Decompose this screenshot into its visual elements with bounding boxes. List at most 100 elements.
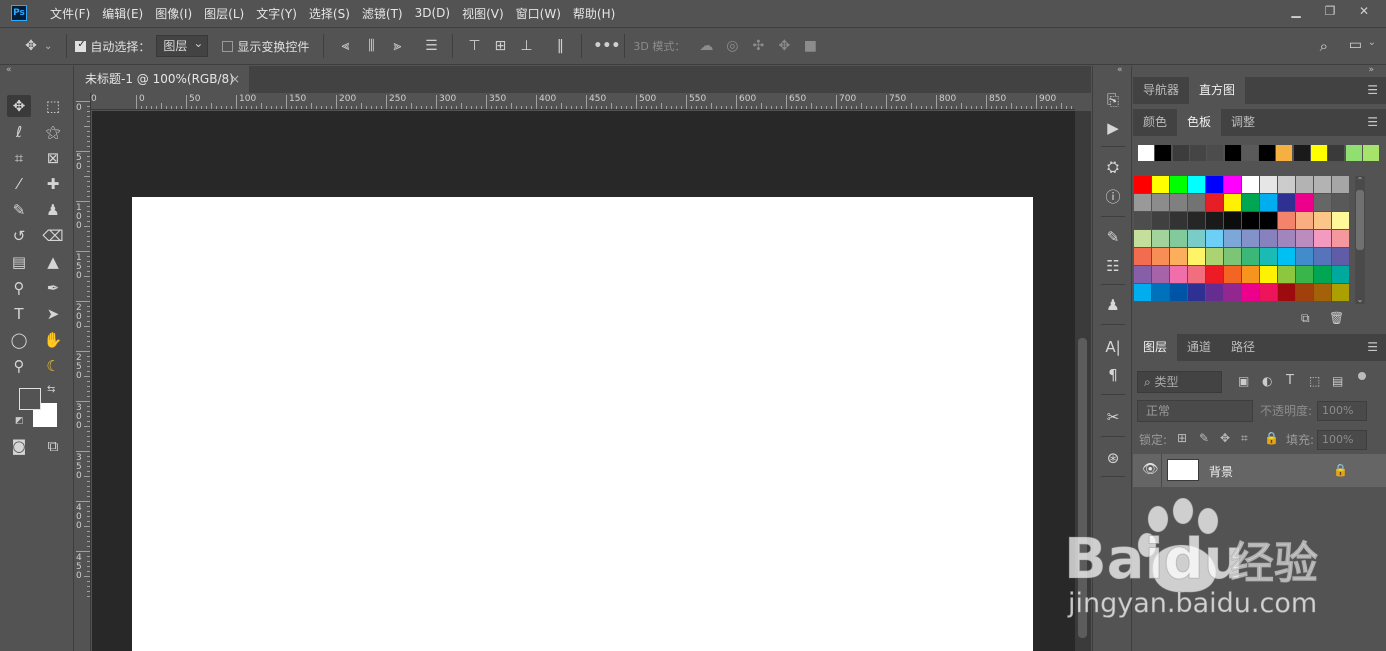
layer-filter-dropdown[interactable]: ⌕ 类型 [1137,371,1222,393]
swatch[interactable] [1134,212,1151,229]
clone-stamp-tool-icon[interactable]: ♟ [41,199,65,221]
libraries-icon[interactable]: ⊛ [1093,446,1133,470]
swatch[interactable] [1314,248,1331,265]
document-tab[interactable]: 未标题-1 @ 100%(RGB/8) × [75,66,249,93]
collapse-icon[interactable]: « [1117,65,1123,75]
filter-smart-object-icon[interactable]: ▤ [1332,374,1343,388]
menu-select[interactable]: 选择(S) [303,5,356,22]
swatch[interactable] [1134,176,1151,193]
swatch[interactable] [1278,212,1295,229]
recent-swatch[interactable] [1259,145,1276,161]
swatch[interactable] [1170,266,1187,283]
lock-all-icon[interactable]: 🔒 [1264,431,1279,445]
panel-menu-icon[interactable]: ☰ [1367,83,1378,97]
menu-3d[interactable]: 3D(D) [409,6,456,20]
recent-swatch[interactable] [1328,145,1345,161]
swatch[interactable] [1152,194,1169,211]
swatch[interactable] [1134,230,1151,247]
swatch[interactable] [1260,248,1277,265]
layer-lock-icon[interactable]: 🔒 [1333,463,1348,477]
swatch[interactable] [1224,248,1241,265]
swatch[interactable] [1152,284,1169,301]
swatch[interactable] [1152,248,1169,265]
align-left-icon[interactable]: ⫷ [335,38,355,54]
brush-tool-icon[interactable]: ✎ [7,199,31,221]
restore-icon[interactable]: ❐ [1320,3,1340,19]
recent-swatch[interactable] [1172,145,1189,161]
panel-menu-icon[interactable]: ☰ [1367,115,1378,129]
lasso-tool-icon[interactable]: ℓ [7,121,31,143]
filter-adjustment-icon[interactable]: ◐ [1262,374,1272,388]
pen-tool-icon[interactable]: ✒ [41,277,65,299]
default-colors-icon[interactable]: ◩ [15,416,24,426]
tab-layers[interactable]: 图层 [1133,334,1178,361]
swatch[interactable] [1152,266,1169,283]
collapse-icon[interactable]: » [1368,65,1374,75]
swatch[interactable] [1260,212,1277,229]
tool-presets-icon[interactable]: ✂ [1093,405,1133,429]
foreground-color-swatch[interactable] [19,388,41,410]
align-bottom-icon[interactable]: ⊥ [516,38,536,54]
swatch[interactable] [1332,266,1349,283]
swatch[interactable] [1224,176,1241,193]
screen-mode-icon[interactable]: ⧉ [41,435,65,457]
swatch[interactable] [1296,266,1313,283]
menu-layer[interactable]: 图层(L) [198,5,250,22]
swatch[interactable] [1332,230,1349,247]
history-panel-icon[interactable]: ⎘ [1093,88,1133,112]
swatch[interactable] [1170,194,1187,211]
eye-icon[interactable]: 👁 [1142,462,1159,477]
swatch[interactable] [1134,266,1151,283]
marquee-tool-icon[interactable]: ⬚ [41,95,65,117]
swatch[interactable] [1170,176,1187,193]
swatch[interactable] [1278,230,1295,247]
collapse-icon[interactable]: « [6,65,12,75]
tab-swatches[interactable]: 色板 [1177,109,1222,136]
auto-select-checkbox[interactable] [75,39,87,52]
swatch[interactable] [1188,176,1205,193]
swatch[interactable] [1224,194,1241,211]
swatch[interactable] [1242,284,1259,301]
crop-tool-icon[interactable]: ⌗ [7,147,31,169]
swatch[interactable] [1332,176,1349,193]
swatch[interactable] [1188,248,1205,265]
opacity-field[interactable]: 100% [1317,401,1367,421]
recent-swatch[interactable] [1293,145,1310,161]
brush-presets-icon[interactable]: ☷ [1093,254,1133,278]
layer-row[interactable]: 👁 背景 🔒 [1133,454,1386,487]
swatch[interactable] [1224,284,1241,301]
swatch[interactable] [1134,248,1151,265]
swatch[interactable] [1152,212,1169,229]
dodge-tool-icon[interactable]: ⚲ [7,277,31,299]
scrollbar-thumb[interactable] [1356,190,1364,250]
swatch[interactable] [1314,176,1331,193]
swatch[interactable] [1278,176,1295,193]
layer-name[interactable]: 背景 [1209,463,1233,480]
align-right-icon[interactable]: ⫸ [387,38,407,54]
swatch[interactable] [1296,176,1313,193]
recent-swatch[interactable] [1345,145,1362,161]
swatch[interactable] [1206,212,1223,229]
menu-filter[interactable]: 滤镜(T) [356,5,409,22]
filter-shape-icon[interactable]: ⬚ [1309,374,1320,388]
fill-field[interactable]: 100% [1317,430,1367,450]
eyedropper-tool-icon[interactable]: ⁄ [7,173,31,195]
recent-swatch[interactable] [1276,145,1293,161]
actions-panel-icon[interactable]: ▶ [1093,116,1133,140]
swatch[interactable] [1188,194,1205,211]
3d-roll-icon[interactable]: ◎ [722,38,742,54]
swatch[interactable] [1206,248,1223,265]
recent-swatch[interactable] [1241,145,1258,161]
swatch[interactable] [1206,266,1223,283]
swatch[interactable] [1260,230,1277,247]
swatch[interactable] [1206,284,1223,301]
swatch[interactable] [1332,248,1349,265]
search-icon[interactable]: ⌕ [1320,37,1328,55]
close-icon[interactable]: ✕ [1354,3,1374,19]
swatch[interactable] [1260,284,1277,301]
swatch[interactable] [1260,176,1277,193]
swatch[interactable] [1170,284,1187,301]
3d-orbit-icon[interactable]: ☁ [696,38,716,54]
healing-brush-tool-icon[interactable]: ✚ [41,173,65,195]
swatch[interactable] [1170,212,1187,229]
